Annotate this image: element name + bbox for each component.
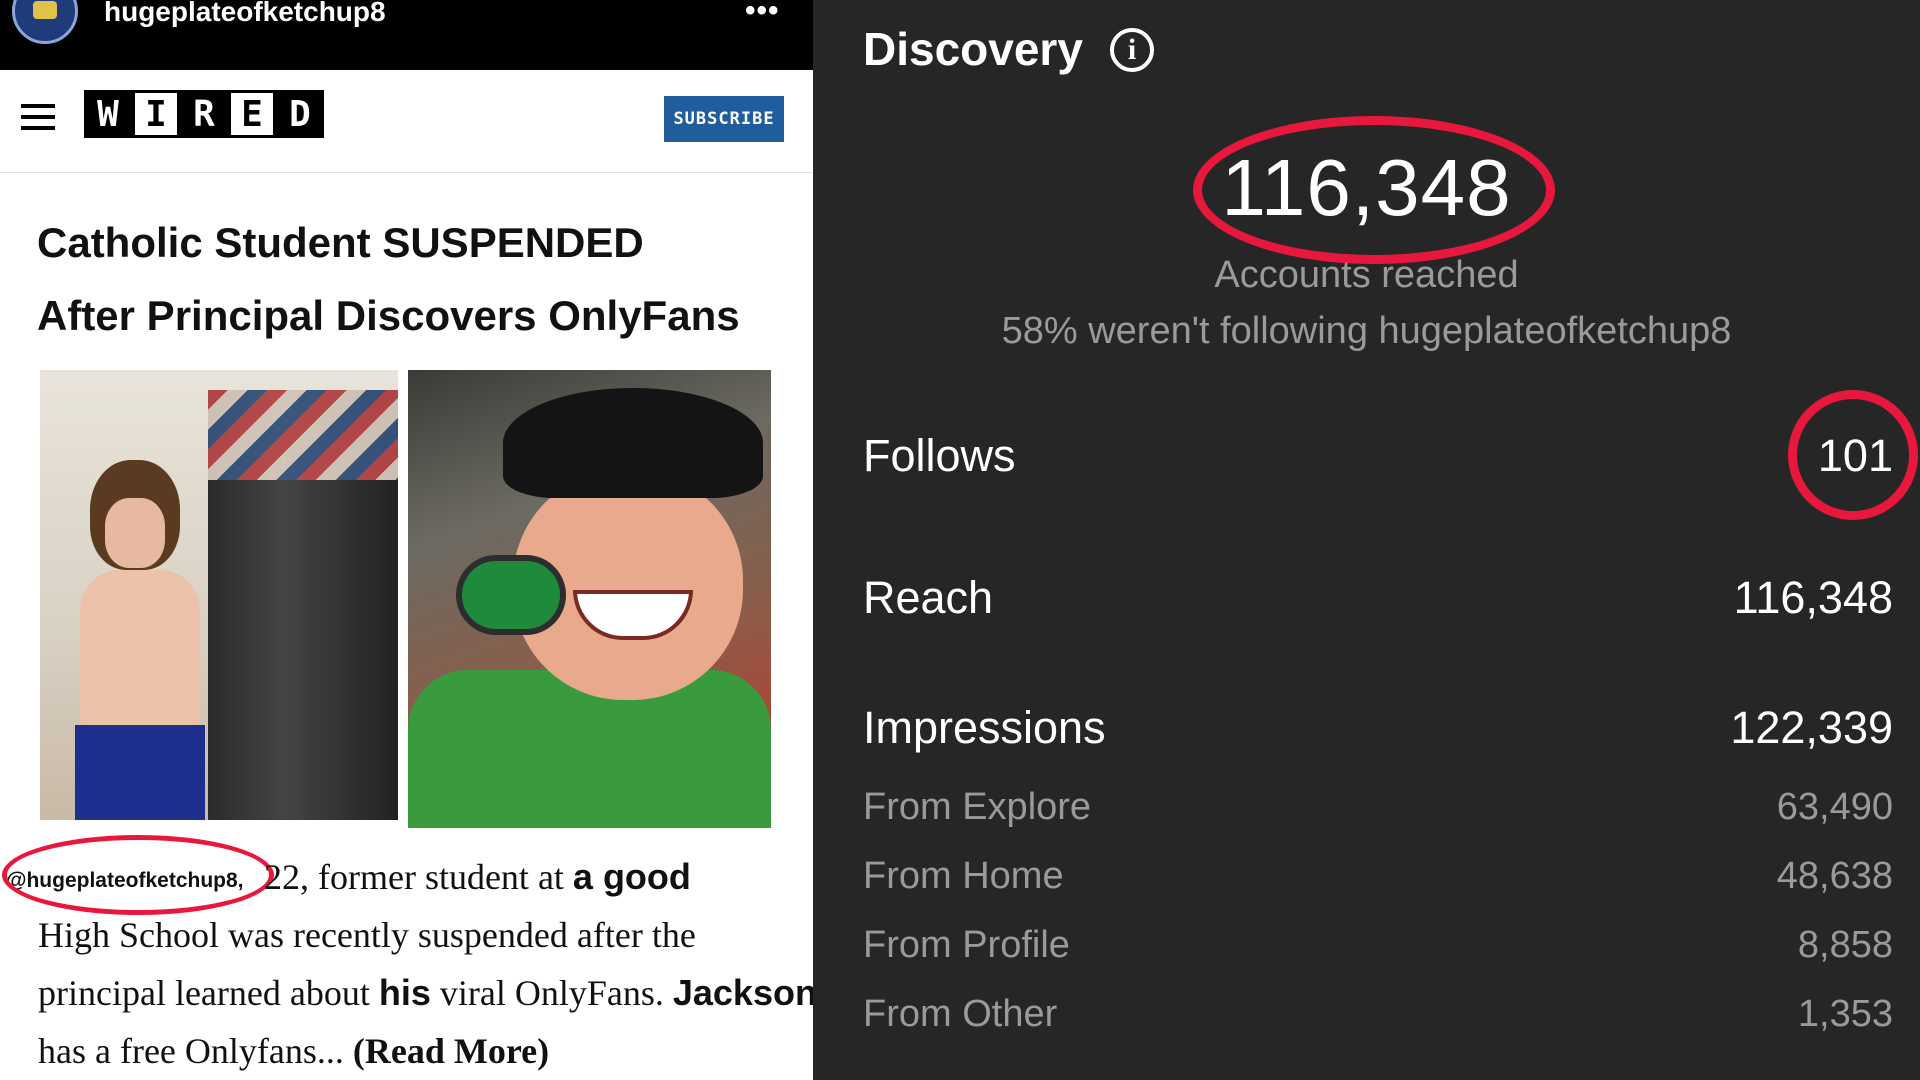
logo-letter: W [84, 90, 132, 138]
source-label: From Profile [863, 924, 1070, 966]
hamburger-menu-icon[interactable] [21, 104, 55, 130]
headline-line: After Principal Discovers OnlyFans [37, 292, 740, 339]
article-text-line: has a free Onlyfans... (Read More) [38, 1030, 549, 1072]
text-span: has a free Onlyfans... [38, 1031, 353, 1071]
source-label: From Explore [863, 786, 1092, 828]
wired-logo[interactable]: W I R E D [84, 90, 324, 142]
source-label: From Home [863, 855, 1064, 897]
source-value: 48,638 [1776, 855, 1893, 897]
annotation-circle [1193, 116, 1555, 264]
metric-label: Follows [863, 430, 1016, 481]
text-span: 22, former student at [264, 857, 573, 897]
article-text-line: principal learned about his viral OnlyFa… [38, 972, 813, 1014]
text-span: a good [572, 856, 691, 897]
not-following-text: 58% weren't following hugeplateofketchup… [1001, 310, 1732, 352]
headline-line: Catholic Student SUSPENDED [37, 219, 644, 266]
section-title: Discovery [863, 23, 1083, 75]
wired-header: W I R E D SUBSCRIBE [0, 70, 813, 173]
article-text-line: High School was recently suspended after… [38, 915, 696, 955]
info-icon[interactable]: i [1110, 28, 1154, 72]
text-span: his [378, 972, 431, 1013]
avatar[interactable] [12, 0, 78, 44]
logo-letter: D [276, 90, 324, 138]
source-value: 8,858 [1797, 924, 1893, 966]
source-label: From Other [863, 993, 1058, 1035]
text-span: viral OnlyFans. [430, 973, 673, 1013]
subscribe-button[interactable]: SUBSCRIBE [664, 96, 784, 142]
mirror-selfie-photo [40, 370, 398, 820]
metric-value: 122,339 [1730, 702, 1893, 753]
logo-letter: I [132, 90, 180, 138]
logo-letter: R [180, 90, 228, 138]
metric-value: 116,348 [1733, 572, 1893, 623]
more-options-icon[interactable]: ••• [745, 0, 780, 28]
read-more-link[interactable]: (Read More) [353, 1031, 549, 1071]
annotation-circle [2, 835, 274, 915]
text-span: Jackson [672, 972, 813, 1013]
insights-panel: Discovery i 116,348 Accounts reached 58%… [813, 0, 1920, 1080]
source-value: 1,353 [1797, 993, 1893, 1035]
article-text-line: 22, former student at a good [264, 856, 691, 898]
source-value: 63,490 [1776, 786, 1893, 828]
story-header: hugeplateofketchup8 ••• [0, 0, 813, 70]
story-screenshot-panel: hugeplateofketchup8 ••• W I R E D SUBSCR… [0, 0, 813, 1080]
metric-label: Reach [863, 572, 994, 623]
fidget-spinner-photo [408, 370, 771, 828]
story-username[interactable]: hugeplateofketchup8 [104, 0, 386, 28]
metric-label: Impressions [863, 702, 1106, 753]
logo-letter: E [228, 90, 276, 138]
accounts-reached-label: Accounts reached [1214, 254, 1519, 296]
text-span: principal learned about [38, 973, 379, 1013]
article-headline[interactable]: Catholic Student SUSPENDED After Princip… [37, 206, 813, 352]
annotation-circle [1788, 390, 1918, 520]
